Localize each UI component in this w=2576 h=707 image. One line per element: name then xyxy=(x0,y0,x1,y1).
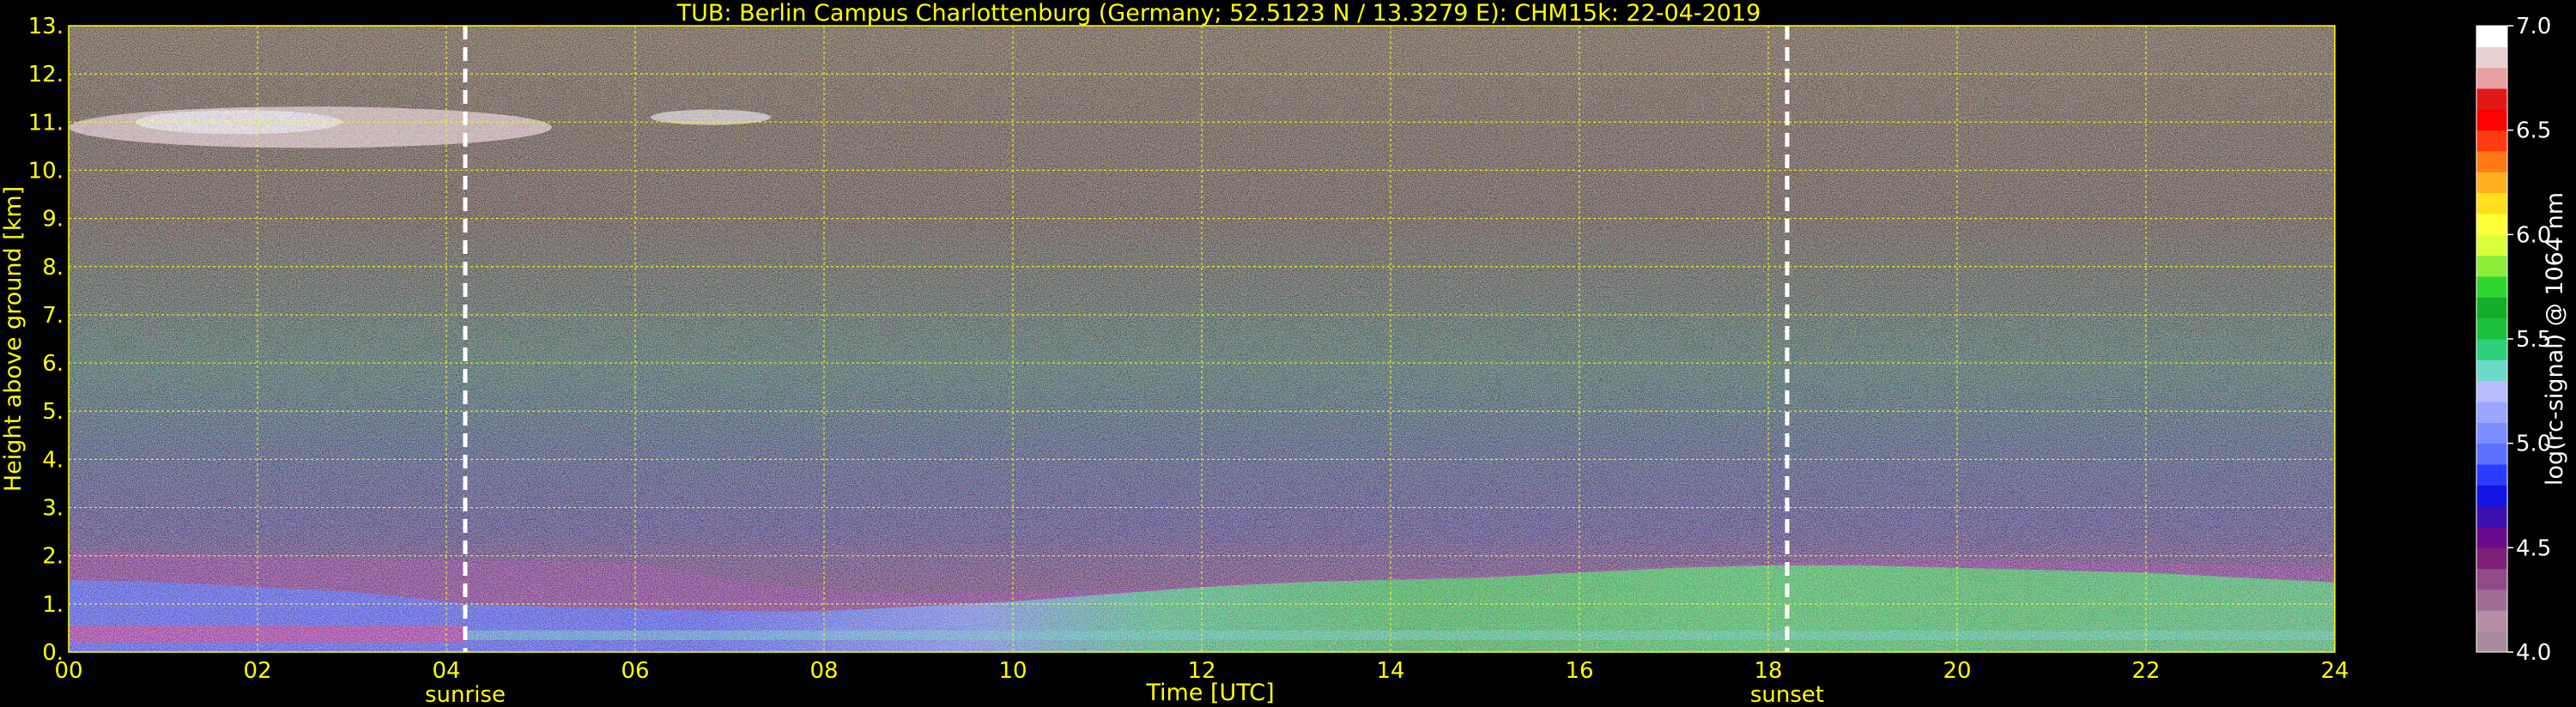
colorbar-band xyxy=(2476,317,2507,340)
colorbar-band xyxy=(2476,234,2507,257)
y-tick-label: 7. xyxy=(42,303,64,329)
colorbar-band xyxy=(2476,527,2507,548)
colorbar-band xyxy=(2476,589,2507,611)
colorbar-band xyxy=(2476,192,2507,215)
colorbar-band xyxy=(2476,151,2507,172)
colorbar-band xyxy=(2476,568,2507,590)
colorbar-bands xyxy=(2476,26,2507,653)
colorbar-band xyxy=(2476,422,2507,444)
colorbar-band xyxy=(2476,46,2507,69)
colorbar-band xyxy=(2476,130,2507,152)
colorbar-band xyxy=(2476,109,2507,131)
colorbar-band xyxy=(2476,276,2507,298)
colorbar: 4.04.55.05.56.06.57.0 log(rc-signal) @ 1… xyxy=(2476,14,2568,666)
heatmap-plot-area: sunrise sunset xyxy=(68,25,2336,707)
x-tick-label: 06 xyxy=(621,658,649,684)
colorbar-tick-label: 4.0 xyxy=(2516,640,2551,666)
y-tick-label: 1. xyxy=(42,592,64,618)
colorbar-band xyxy=(2476,443,2507,465)
y-tick-label: 11. xyxy=(28,110,64,136)
colorbar-band xyxy=(2476,464,2507,486)
colorbar-tick-label: 6.5 xyxy=(2516,118,2551,144)
x-tick-label: 04 xyxy=(432,658,460,684)
x-tick-label: 14 xyxy=(1376,658,1404,684)
colorbar-band xyxy=(2476,214,2507,235)
y-axis-label: Height above ground [km] xyxy=(0,186,27,492)
chart-title: TUB: Berlin Campus Charlottenburg (Germa… xyxy=(676,0,1761,27)
y-tick-label: 10. xyxy=(28,158,64,184)
colorbar-band xyxy=(2476,360,2507,382)
x-tick-label: 20 xyxy=(1943,658,1971,684)
colorbar-tick-label: 7.0 xyxy=(2516,14,2551,39)
y-tick-label: 5. xyxy=(42,399,64,425)
event-label-sunrise: sunrise xyxy=(425,682,506,707)
x-tick-label: 22 xyxy=(2131,658,2160,684)
colorbar-band xyxy=(2476,505,2507,528)
event-label-sunset: sunset xyxy=(1750,682,1824,707)
x-tick-label: 08 xyxy=(809,658,838,684)
x-axis-label: Time [UTC] xyxy=(1145,680,1274,706)
colorbar-band xyxy=(2476,485,2507,507)
lidar-quicklook-figure: sunrise sunset 00 02 04 06 08 10 12 14 16 18 20 22 24… xyxy=(0,0,2568,707)
colorbar-band xyxy=(2476,610,2507,632)
colorbar-band xyxy=(2476,631,2507,653)
y-tick-label: 0. xyxy=(42,640,64,666)
x-tick-label: 18 xyxy=(1754,658,1782,684)
y-tick-label: 8. xyxy=(42,255,64,281)
x-tick-label: 24 xyxy=(2320,658,2349,684)
x-tick-label: 10 xyxy=(998,658,1027,684)
colorbar-band xyxy=(2476,172,2507,194)
colorbar-band xyxy=(2476,402,2507,423)
colorbar-band xyxy=(2476,339,2507,360)
colorbar-label: log(rc-signal) @ 1064 nm xyxy=(2542,192,2568,486)
colorbar-band xyxy=(2476,255,2507,277)
colorbar-band xyxy=(2476,26,2507,47)
x-tick-label: 16 xyxy=(1565,658,1593,684)
y-tick-label: 9. xyxy=(42,207,64,233)
y-tick-label: 2. xyxy=(42,544,64,570)
x-tick-label: 02 xyxy=(243,658,271,684)
colorbar-band xyxy=(2476,67,2507,89)
colorbar-band xyxy=(2476,297,2507,319)
y-tick-label: 12. xyxy=(28,62,64,88)
y-tick-label: 4. xyxy=(42,447,64,473)
colorbar-tick-label: 4.5 xyxy=(2516,535,2551,561)
y-tick-label: 6. xyxy=(42,351,64,377)
y-axis-ticks: 0. 1. 2. 3. 4. 5. 6. 7. 8. 9. 10. 11. 12. 13. xyxy=(28,14,64,666)
colorbar-band xyxy=(2476,547,2507,570)
colorbar-band xyxy=(2476,380,2507,402)
y-tick-label: 13. xyxy=(28,14,64,39)
y-tick-label: 3. xyxy=(42,496,64,522)
colorbar-band xyxy=(2476,88,2507,110)
